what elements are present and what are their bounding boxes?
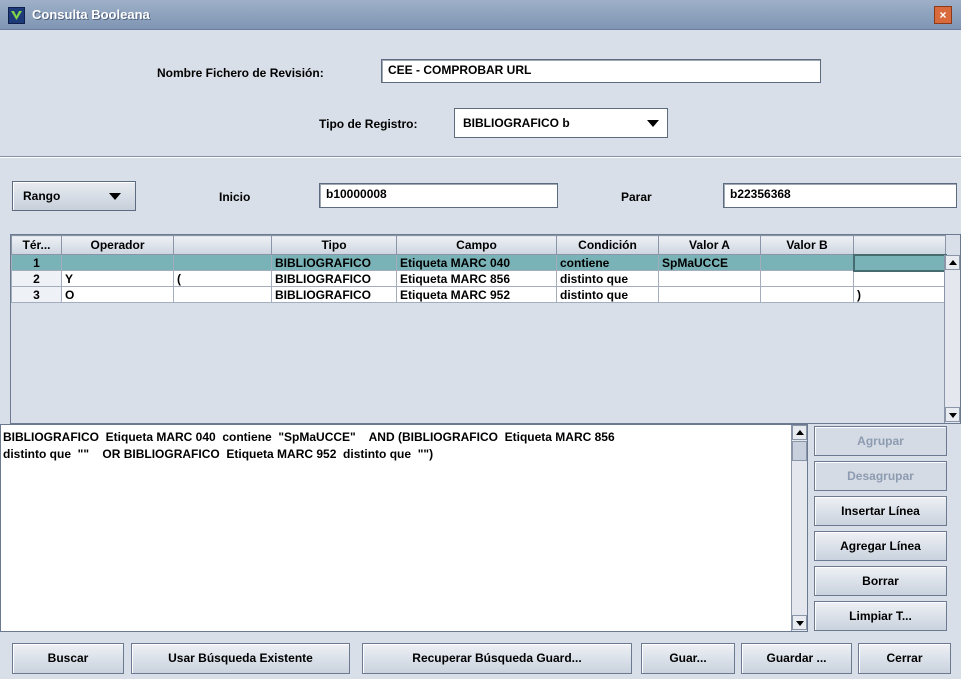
scroll-down-icon[interactable] [945,407,960,422]
column-header-value-a[interactable]: Valor A [658,235,761,255]
table-scrollbar[interactable] [944,255,960,423]
save-short-button[interactable]: Guar... [641,643,735,674]
field-cell[interactable]: Etiqueta MARC 040 [396,254,557,271]
retrieve-saved-search-button[interactable]: Recuperar Búsqueda Guard... [362,643,632,674]
query-expression-area[interactable]: BIBLIOGRAFICO Etiqueta MARC 040 contiene… [0,424,808,632]
table-header-row: Tér... Operador Tipo Campo Condición Val… [11,235,946,255]
field-cell[interactable]: Etiqueta MARC 952 [396,286,557,303]
column-header-operator[interactable]: Operador [61,235,174,255]
row-number[interactable]: 2 [11,270,62,287]
field-cell[interactable]: Etiqueta MARC 856 [396,270,557,287]
close-window-button[interactable]: × [934,6,952,24]
group-button[interactable]: Agrupar [814,426,947,456]
value-a-cell[interactable]: SpMaUCCE [658,254,761,271]
operator-cell[interactable] [61,254,174,271]
record-type-label: Tipo de Registro: [319,117,418,131]
close-icon: × [939,8,947,22]
scroll-thumb[interactable] [792,441,807,461]
operator-cell[interactable]: O [61,286,174,303]
review-file-label: Nombre Fichero de Revisión: [157,66,324,80]
review-file-field[interactable]: CEE - COMPROBAR URL [381,59,821,83]
value-b-cell[interactable] [760,270,854,287]
column-header-open-paren[interactable] [173,235,272,255]
row-number[interactable]: 3 [11,286,62,303]
type-cell[interactable]: BIBLIOGRAFICO [271,254,397,271]
condition-cell[interactable]: contiene [556,254,659,271]
column-header-term[interactable]: Tér... [11,235,62,255]
open-paren-cell[interactable] [173,286,272,303]
value-a-cell[interactable] [658,270,761,287]
row-number[interactable]: 1 [11,254,62,271]
range-start-field[interactable]: b10000008 [319,183,558,208]
range-mode-value: Rango [23,189,61,203]
delete-button[interactable]: Borrar [814,566,947,596]
chevron-down-icon [109,193,121,200]
range-stop-label: Parar [621,190,652,204]
value-a-cell[interactable] [658,286,761,303]
column-header-type[interactable]: Tipo [271,235,397,255]
close-button[interactable]: Cerrar [858,643,951,674]
clear-button[interactable]: Limpiar T... [814,601,947,631]
close-paren-cell[interactable] [853,270,946,287]
title-bar[interactable]: Consulta Booleana × [0,0,961,30]
record-type-value: BIBLIOGRAFICO b [463,116,570,130]
save-as-button[interactable]: Guardar ... [741,643,852,674]
close-paren-cell[interactable]: ) [853,286,946,303]
column-header-condition[interactable]: Condición [556,235,659,255]
range-start-label: Inicio [219,190,251,204]
value-b-cell[interactable] [760,286,854,303]
condition-cell[interactable]: distinto que [556,270,659,287]
query-scrollbar[interactable] [791,425,807,631]
add-line-button[interactable]: Agregar Línea [814,531,947,561]
type-cell[interactable]: BIBLIOGRAFICO [271,270,397,287]
type-cell[interactable]: BIBLIOGRAFICO [271,286,397,303]
table-row[interactable]: 1 BIBLIOGRAFICO Etiqueta MARC 040 contie… [11,253,947,272]
open-paren-cell[interactable]: ( [173,270,272,287]
search-button[interactable]: Buscar [12,643,124,674]
close-paren-cell[interactable] [852,253,947,272]
condition-cell[interactable]: distinto que [556,286,659,303]
scroll-down-icon[interactable] [792,615,807,630]
range-stop-field[interactable]: b22356368 [723,183,957,208]
window-title: Consulta Booleana [32,7,150,22]
record-type-select[interactable]: BIBLIOGRAFICO b [454,108,668,138]
scroll-up-icon[interactable] [792,425,807,440]
query-terms-table: Tér... Operador Tipo Campo Condición Val… [10,234,961,424]
range-mode-select[interactable]: Rango [12,181,136,211]
column-header-field[interactable]: Campo [396,235,557,255]
table-row[interactable]: 3 O BIBLIOGRAFICO Etiqueta MARC 952 dist… [11,286,946,303]
column-header-value-b[interactable]: Valor B [760,235,854,255]
chevron-down-icon [647,120,659,127]
section-divider [0,156,961,158]
insert-line-button[interactable]: Insertar Línea [814,496,947,526]
ungroup-button[interactable]: Desagrupar [814,461,947,491]
operator-cell[interactable]: Y [61,270,174,287]
query-expression-text: BIBLIOGRAFICO Etiqueta MARC 040 contiene… [3,430,615,461]
value-b-cell[interactable] [760,254,854,271]
terms-grid: Tér... Operador Tipo Campo Condición Val… [11,235,947,303]
boolean-query-window: Consulta Booleana × Nombre Fichero de Re… [0,0,961,679]
use-existing-search-button[interactable]: Usar Búsqueda Existente [131,643,350,674]
open-paren-cell[interactable] [173,254,272,271]
scroll-up-icon[interactable] [945,255,960,270]
table-row[interactable]: 2 Y ( BIBLIOGRAFICO Etiqueta MARC 856 di… [11,270,946,287]
column-header-close-paren[interactable] [853,235,946,255]
app-logo-icon [8,7,25,24]
